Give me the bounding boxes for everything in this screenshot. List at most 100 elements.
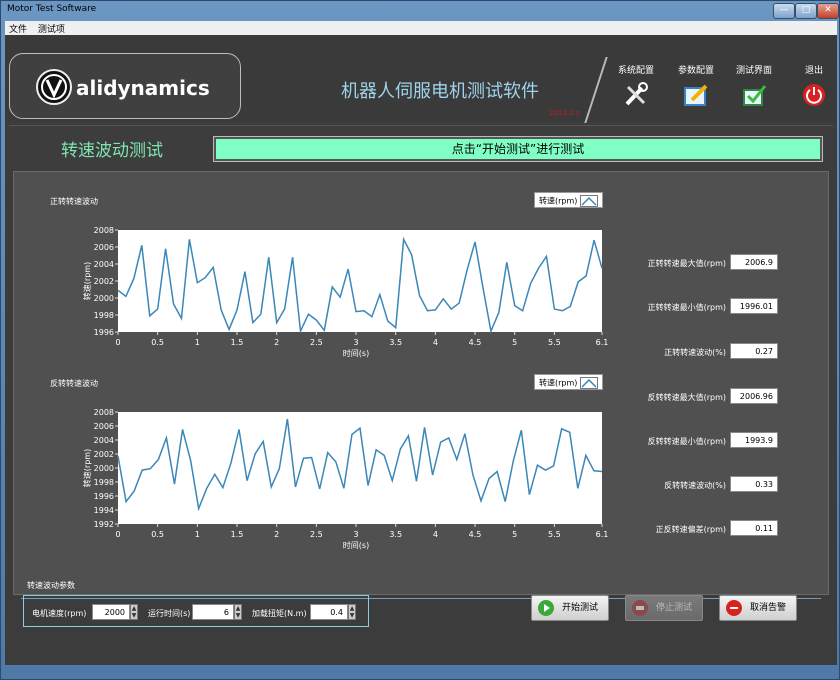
x-tick-label: 4 <box>433 338 438 347</box>
nav-exit[interactable]: 退出 <box>789 63 839 108</box>
edit-icon <box>682 82 710 108</box>
cancel-icon <box>726 600 742 616</box>
nav-divider <box>584 57 608 123</box>
play-icon <box>538 600 554 616</box>
x-tick-label: 5 <box>512 530 517 539</box>
close-button[interactable]: ✕ <box>817 3 839 19</box>
wrench-icon <box>622 82 650 108</box>
chart-1-title: 正转转速波动 <box>50 197 98 206</box>
stat-label: 正转转速最大值(rpm) <box>647 259 726 268</box>
y-tick-label: 1998 <box>94 478 114 487</box>
torque-label: 加载扭矩(N.m) <box>252 609 307 618</box>
params-title: 转速波动参数 <box>27 581 75 590</box>
stop-test-button[interactable]: 停止测试 <box>625 595 703 621</box>
stat-label: 正转转速波动(%) <box>664 348 726 357</box>
stat-value: 1993.9 <box>730 432 778 448</box>
title-bar[interactable]: Motor Test Software <box>1 1 840 21</box>
chart-1-legend[interactable]: 转速(rpm) <box>534 192 604 208</box>
menu-file[interactable]: 文件 <box>9 25 27 35</box>
logo-text: alidynamics <box>76 76 210 100</box>
x-tick-label: 3 <box>353 530 358 539</box>
stat-label: 反转转速波动(%) <box>664 481 726 490</box>
y-tick-label: 2004 <box>94 260 114 269</box>
x-tick-label: 4.5 <box>469 338 482 347</box>
x-tick-label: 0 <box>115 530 120 539</box>
stat-value: 2006.96 <box>730 388 778 404</box>
line-chart-icon <box>580 195 599 207</box>
menu-bar: 文件 测试项 <box>5 21 837 35</box>
start-test-button[interactable]: 开始测试 <box>531 595 609 621</box>
y-tick-label: 2000 <box>94 294 114 303</box>
y-tick-label: 2008 <box>94 226 114 235</box>
time-spinner[interactable]: ▲ ▼ <box>234 604 242 620</box>
nav-label: 参数配置 <box>677 66 714 76</box>
status-banner: 点击“开始测试”进行测试 <box>213 136 823 162</box>
logo-icon <box>36 69 72 105</box>
stop-test-label: 停止测试 <box>656 603 693 613</box>
nav-label: 系统配置 <box>617 66 654 76</box>
window-title: Motor Test Software <box>7 4 97 14</box>
time-input[interactable]: 6 <box>192 604 234 620</box>
y-axis-label: 转速(rpm) <box>82 449 92 487</box>
y-tick-label: 2002 <box>94 450 114 459</box>
line-chart-icon <box>580 377 599 389</box>
x-tick-label: 2.5 <box>310 530 323 539</box>
menu-test-items[interactable]: 测试项 <box>38 25 65 35</box>
chart-forward: 1996 1998 2000 2002 2004 2006 2008 0 0.5 1 1.5 2 2.5… <box>82 226 609 358</box>
x-tick-label: 3 <box>353 338 358 347</box>
y-tick-label: 1996 <box>94 492 114 501</box>
maximize-button[interactable]: □ <box>795 3 817 19</box>
y-tick-label: 2004 <box>94 436 114 445</box>
speed-input[interactable]: 2000 <box>92 604 130 620</box>
cancel-alarm-button[interactable]: 取消告警 <box>719 595 797 621</box>
y-tick-label: 2006 <box>94 422 114 431</box>
x-tick-label: 5.5 <box>548 530 561 539</box>
x-tick-label: 1.5 <box>231 338 244 347</box>
y-tick-label: 1994 <box>94 506 114 515</box>
x-tick-label: 5.5 <box>548 338 561 347</box>
x-tick-label: 0 <box>115 338 120 347</box>
stop-icon <box>632 600 648 616</box>
legend-label: 转速(rpm) <box>539 196 578 206</box>
cancel-alarm-label: 取消告警 <box>750 603 787 613</box>
x-tick-label: 3.5 <box>389 530 402 539</box>
stat-label: 正转转速最小值(rpm) <box>647 303 726 312</box>
nav-label: 退出 <box>804 66 823 76</box>
stat-value: 2006.9 <box>730 254 778 270</box>
y-tick-label: 2002 <box>94 277 114 286</box>
app-title: 机器人伺服电机测试软件 <box>341 81 539 102</box>
speed-spinner[interactable]: ▲ ▼ <box>130 604 138 620</box>
x-tick-label: 6.1 <box>596 338 609 347</box>
torque-input[interactable]: 0.4 <box>310 604 348 620</box>
torque-spinner[interactable]: ▲ ▼ <box>348 604 356 620</box>
y-tick-label: 1992 <box>94 520 114 529</box>
x-tick-label: 4 <box>433 530 438 539</box>
minimize-button[interactable]: — <box>773 3 795 19</box>
x-tick-label: 4.5 <box>469 530 482 539</box>
logo: alidynamics <box>9 53 241 119</box>
y-tick-label: 2008 <box>94 408 114 417</box>
test-panel: 正转转速波动 转速(rpm) 1996 1998 2000 2002 2004 2006 2… <box>13 171 829 595</box>
x-tick-label: 3.5 <box>389 338 402 347</box>
nav-param-config[interactable]: 参数配置 <box>671 63 721 108</box>
x-tick-label: 2 <box>274 338 279 347</box>
y-tick-label: 1996 <box>94 328 114 337</box>
nav-system-config[interactable]: 系统配置 <box>611 63 661 108</box>
x-tick-label: 2.5 <box>310 338 323 347</box>
x-tick-label: 1.5 <box>231 530 244 539</box>
y-axis-label: 转速(rpm) <box>82 262 92 300</box>
stat-label: 反转转速最小值(rpm) <box>647 437 726 446</box>
stat-value: 1996.01 <box>730 298 778 314</box>
x-axis-label: 时间(s) <box>343 348 369 358</box>
y-tick-label: 2000 <box>94 464 114 473</box>
x-tick-label: 1 <box>195 338 200 347</box>
x-tick-label: 2 <box>274 530 279 539</box>
time-label: 运行时间(s) <box>148 609 191 618</box>
nav-label: 测试界面 <box>735 66 772 76</box>
chart-2-title: 反转转速波动 <box>50 379 98 388</box>
y-tick-label: 2006 <box>94 243 114 252</box>
y-tick-label: 1998 <box>94 311 114 320</box>
nav-test-screen[interactable]: 测试界面 <box>729 63 779 108</box>
chart-2-legend[interactable]: 转速(rpm) <box>534 374 604 390</box>
stat-value: 0.33 <box>730 476 778 492</box>
